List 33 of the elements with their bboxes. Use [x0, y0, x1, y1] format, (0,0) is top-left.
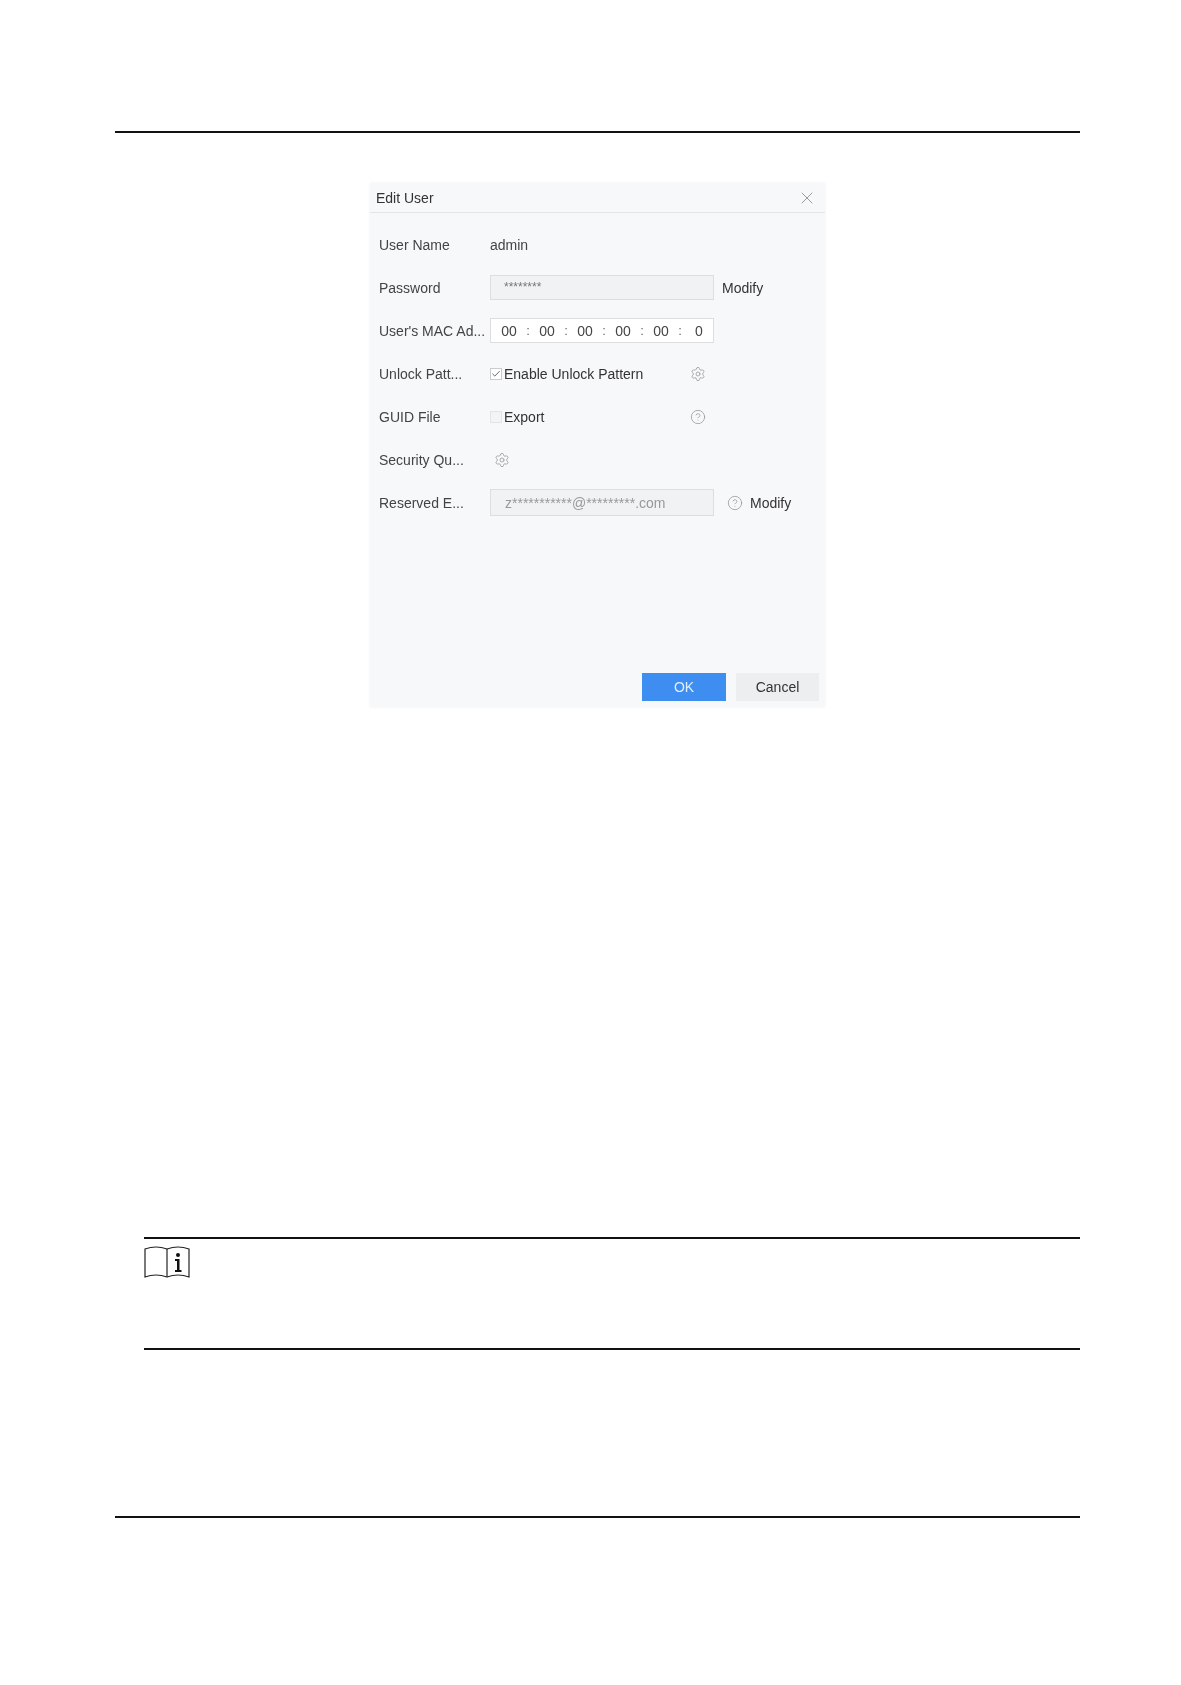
password-field[interactable]: ********: [490, 275, 714, 300]
modify-button[interactable]: Modify: [722, 279, 764, 296]
field-label: User's MAC Ad...: [379, 322, 486, 339]
info-book-icon: [144, 1244, 190, 1279]
user-name-value: admin: [490, 236, 529, 253]
checkbox-label[interactable]: Export: [504, 408, 545, 425]
checkbox-label[interactable]: Enable Unlock Pattern: [504, 365, 644, 382]
colon-separator: :: [601, 323, 607, 338]
mac-octet[interactable]: 00: [500, 322, 518, 339]
colon-separator: :: [525, 323, 531, 338]
mac-octet[interactable]: 00: [652, 322, 670, 339]
mac-octet[interactable]: 00: [576, 322, 594, 339]
dialog-title: Edit User: [376, 189, 434, 206]
field-label: Unlock Patt...: [379, 365, 463, 382]
mac-octet[interactable]: 00: [538, 322, 556, 339]
help-icon[interactable]: [690, 408, 706, 425]
settings-icon[interactable]: [494, 451, 510, 468]
field-label: GUID File: [379, 408, 441, 425]
field-label: Password: [379, 279, 441, 296]
colon-separator: :: [563, 323, 569, 338]
help-icon[interactable]: [727, 494, 743, 511]
mac-octet[interactable]: 0: [690, 322, 708, 339]
field-label: Security Qu...: [379, 451, 464, 468]
colon-separator: :: [639, 323, 645, 338]
modify-button[interactable]: Modify: [750, 494, 792, 511]
cancel-button[interactable]: Cancel: [736, 673, 819, 701]
colon-separator: :: [677, 323, 683, 338]
field-label: User Name: [379, 236, 450, 253]
field-label: Reserved E...: [379, 494, 464, 511]
mac-octet[interactable]: 00: [614, 322, 632, 339]
checkbox[interactable]: [490, 367, 502, 380]
mac-address-field[interactable]: 00 : 00 : 00 : 00 : 00 : 0: [490, 318, 714, 343]
settings-icon[interactable]: [690, 365, 706, 382]
